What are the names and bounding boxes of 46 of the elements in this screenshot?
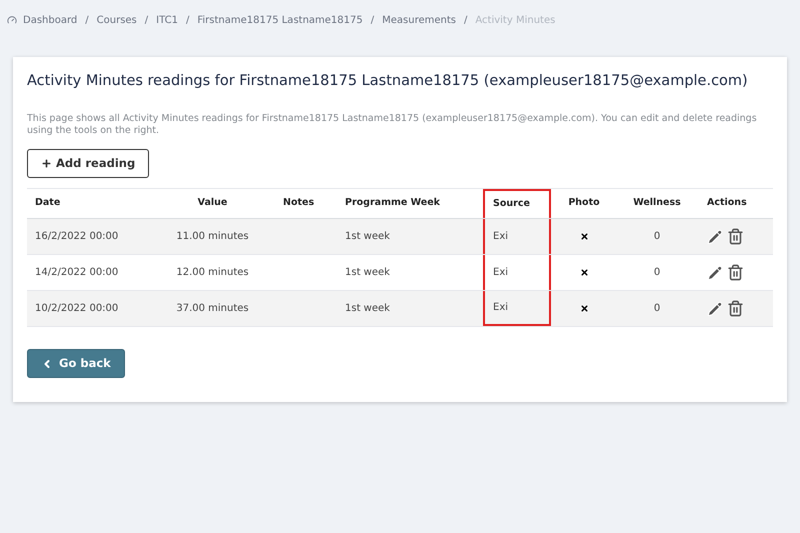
breadcrumb-link[interactable]: Courses [96,12,137,28]
page-description: This page shows all Activity Minutes readings for Firstname18175 Lastname18175 (exampleuser18175@example.com). You can edit and delete readings using the tools on the right. [27,113,758,137]
column-header: Value [198,196,228,210]
plus-icon [41,158,52,169]
edit-icon[interactable] [707,264,723,280]
edit-icon[interactable] [707,300,723,316]
wellness-cell-text: 0 [654,230,660,244]
source-cell-text: Exi [493,266,508,280]
value-cell-text: 12.00 minutes [176,266,249,280]
source-cell-text: Exi [493,301,508,315]
breadcrumb-link[interactable]: Measurements [382,12,456,28]
breadcrumb-separator: / [186,14,190,28]
column-header: Actions [707,196,747,210]
delete-icon[interactable] [727,228,744,245]
breadcrumb-current: Activity Minutes [475,14,556,28]
breadcrumb-separator: / [370,14,374,28]
column-header: Notes [283,196,314,210]
week-cell-text: 1st week [345,266,390,280]
wellness-cell-text: 0 [654,302,660,316]
breadcrumb-link[interactable]: Firstname18175 Lastname18175 [197,12,363,28]
column-header: Wellness [633,196,681,210]
add-reading-button[interactable]: Add reading [27,149,150,178]
edit-icon[interactable] [707,228,723,244]
page-title: Activity Minutes readings for Firstname18175 Lastname18175 (exampleuser18175@example.com) [27,72,749,91]
column-header: Date [35,196,60,210]
value-cell-text: 11.00 minutes [176,230,249,244]
breadcrumb-link[interactable]: Dashboard [23,12,78,28]
week-cell-text: 1st week [345,230,390,244]
column-header: Programme Week [345,196,440,210]
date-cell-text: 10/2/2022 00:00 [35,302,118,316]
week-cell-text: 1st week [345,302,390,316]
value-cell-text: 37.00 minutes [176,302,249,316]
column-header: Photo [568,196,600,210]
date-cell-text: 14/2/2022 00:00 [35,266,118,280]
dashboard-icon [7,15,17,25]
go-back-button[interactable]: Go back [27,349,125,378]
breadcrumb-separator: / [464,14,468,28]
column-header: Source [493,197,530,212]
wellness-cell-text: 0 [654,266,660,280]
date-cell-text: 16/2/2022 00:00 [35,230,118,244]
delete-icon[interactable] [727,300,744,317]
source-cell-text: Exi [493,230,508,244]
breadcrumb-separator: / [85,14,89,28]
breadcrumb-separator: / [144,14,148,28]
delete-icon[interactable] [727,264,744,281]
breadcrumb-link[interactable]: ITC1 [156,12,178,28]
